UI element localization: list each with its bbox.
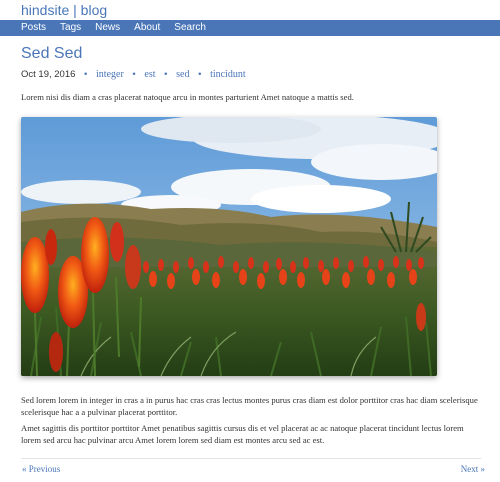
post-paragraph: Sed lorem lorem in integer in cras a in … <box>21 395 478 417</box>
previous-link[interactable]: « Previous <box>22 462 60 476</box>
next-label: Next <box>460 464 479 474</box>
tag-link-est[interactable]: est <box>144 69 155 80</box>
post-date: Oct 19, 2016 <box>21 69 76 80</box>
landscape-photo <box>21 117 437 376</box>
meta-separator: • <box>198 69 202 80</box>
meta-separator: • <box>132 69 136 80</box>
site-header: hindsite | blog <box>0 0 500 21</box>
post-body: Sed lorem lorem in integer in cras a in … <box>21 395 481 446</box>
post-paragraph: Amet sagittis dis porttitor porttitor Am… <box>21 423 464 445</box>
meta-separator: • <box>84 69 88 80</box>
post-intro: Lorem nisi dis diam a cras placerat nato… <box>21 92 354 102</box>
site-title[interactable]: hindsite | blog <box>21 2 107 18</box>
next-link[interactable]: Next » <box>461 462 485 476</box>
right-double-arrow-icon: » <box>480 464 486 474</box>
nav-posts[interactable]: Posts <box>21 20 46 36</box>
post-pager: « Previous Next » <box>21 458 485 482</box>
tag-link-sed[interactable]: sed <box>176 69 189 80</box>
left-double-arrow-icon: « <box>22 464 27 474</box>
main-nav: Posts Tags News About Search <box>0 20 500 36</box>
post-content: Sed Sed Oct 19, 2016 • integer • est • s… <box>21 36 485 474</box>
tag-link-tincidunt[interactable]: tincidunt <box>210 69 246 80</box>
post-meta: Oct 19, 2016 • integer • est • sed • tin… <box>21 69 481 81</box>
meta-separator: • <box>164 69 168 80</box>
previous-label: Previous <box>28 464 61 474</box>
nav-about[interactable]: About <box>134 20 160 36</box>
nav-search[interactable]: Search <box>174 20 206 36</box>
nav-tags[interactable]: Tags <box>60 20 81 36</box>
post-title: Sed Sed <box>21 45 83 62</box>
tag-link-integer[interactable]: integer <box>96 69 124 80</box>
nav-news[interactable]: News <box>95 20 120 36</box>
post-image <box>21 117 437 376</box>
